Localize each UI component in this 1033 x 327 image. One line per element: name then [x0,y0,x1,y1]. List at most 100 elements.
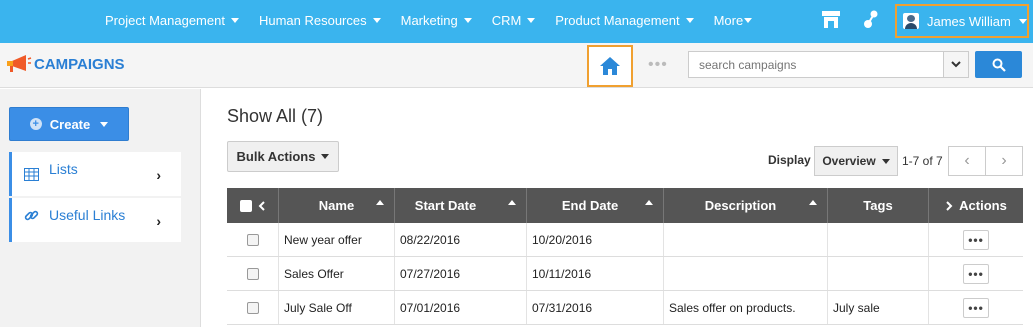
nav-marketing[interactable]: Marketing [401,13,472,28]
column-label: End Date [561,198,619,213]
column-label: Name [318,198,355,213]
user-menu[interactable]: James William [895,4,1029,38]
sidebar-item-label: Useful Links [49,207,126,223]
row-select-cell [227,291,279,324]
caret-down-icon [1018,18,1027,24]
table-row[interactable]: New year offer 08/22/2016 10/20/2016 ••• [227,223,1023,257]
pagination-range: 1-7 of 7 [902,154,943,168]
cell-actions: ••• [929,257,1023,290]
app-title-text: CAMPAIGNS [34,55,125,73]
display-label: Display [768,153,811,167]
select-all-checkbox[interactable] [239,199,252,212]
column-header-start-date[interactable]: Start Date [395,188,527,223]
cell-start-date: 07/01/2016 [395,291,527,324]
header-select-cell [227,188,279,223]
sidebar-item-useful-links[interactable]: Useful Links › [9,198,181,242]
search-input[interactable] [689,52,943,77]
row-actions-button[interactable]: ••• [963,297,989,318]
view-label: Overview [822,154,876,168]
column-label: Actions [959,198,1007,213]
view-select-button[interactable]: Overview [814,146,898,176]
more-dots-icon[interactable]: ••• [648,57,668,73]
caret-down-icon [321,154,330,159]
sidebar-item-lists[interactable]: Lists › [9,152,181,196]
cell-actions: ••• [929,291,1023,324]
nav-label: CRM [491,12,522,28]
row-checkbox[interactable] [246,267,259,280]
home-button[interactable] [587,45,633,87]
cell-tags: July sale [828,291,929,324]
column-header-name[interactable]: Name [279,188,395,223]
cell-name: Sales Offer [279,257,395,290]
caret-down-icon [463,17,472,23]
sidebar: + Create Lists › Useful Links › [0,89,201,327]
share-icon[interactable] [862,9,880,31]
nav-label: Human Resources [258,12,367,28]
link-icon [24,210,39,220]
row-checkbox[interactable] [246,233,259,246]
column-header-end-date[interactable]: End Date [527,188,664,223]
table-row[interactable]: July Sale Off 07/01/2016 07/31/2016 Sale… [227,291,1023,325]
nav-more[interactable]: More [714,13,753,28]
caret-down-icon [881,158,890,164]
nav-project-management[interactable]: Project Management [105,13,239,28]
chevron-right-icon[interactable] [945,200,953,211]
nav-human-resources[interactable]: Human Resources [259,13,381,28]
nav-crm[interactable]: CRM [492,13,536,28]
chevron-right-icon: › [1001,152,1007,169]
module-menu: Project Management Human Resources Marke… [105,0,772,40]
cell-end-date: 07/31/2016 [527,291,664,324]
sort-up-icon [376,200,384,205]
sort-up-icon [809,200,817,205]
caret-down-icon [230,17,239,23]
nav-label: More [713,12,744,28]
cell-actions: ••• [929,223,1023,256]
prev-page-button[interactable]: ‹ [949,147,986,175]
nav-product-management[interactable]: Product Management [555,12,694,28]
row-select-cell [227,257,279,290]
column-label: Tags [863,198,893,213]
sidebar-item-label: Lists [49,161,78,177]
app-title: CAMPAIGNS [4,53,125,75]
sort-up-icon [645,200,653,205]
cell-description [664,257,828,290]
column-label: Description [704,198,777,213]
chevron-left-icon: ‹ [964,152,970,169]
search-box [688,51,969,78]
row-checkbox[interactable] [246,301,259,314]
row-actions-button[interactable]: ••• [963,229,989,250]
cell-description: Sales offer on products. [664,291,828,324]
bulk-actions-button[interactable]: Bulk Actions [227,141,339,172]
caret-down-icon [744,17,753,23]
cell-start-date: 07/27/2016 [395,257,527,290]
column-label: Start Date [414,198,477,213]
search-button[interactable] [975,51,1022,78]
cell-tags [828,257,929,290]
column-header-tags[interactable]: Tags [828,188,929,223]
chevron-down-icon [951,61,961,68]
row-select-cell [227,223,279,256]
store-icon[interactable] [821,9,841,31]
create-button[interactable]: + Create [9,107,129,141]
chevron-right-icon: › [156,167,161,183]
nav-label: Product Management [555,12,680,28]
chevron-right-icon: › [156,213,161,229]
nav-label: Marketing [400,12,458,28]
avatar-icon [903,13,919,29]
cell-start-date: 08/22/2016 [395,223,527,256]
caret-down-icon [372,17,381,23]
search-filter-dropdown[interactable] [943,52,968,77]
megaphone-icon [7,55,32,72]
chevron-left-icon[interactable] [258,200,266,211]
cell-name: New year offer [279,223,395,256]
column-header-description[interactable]: Description [664,188,828,223]
row-actions-button[interactable]: ••• [963,263,989,284]
table-row[interactable]: Sales Offer 07/27/2016 10/11/2016 ••• [227,257,1023,291]
cell-end-date: 10/11/2016 [527,257,664,290]
create-label: Create [49,116,91,132]
cell-tags [828,223,929,256]
caret-down-icon [527,17,536,23]
plus-circle-icon: + [29,118,42,130]
next-page-button[interactable]: › [986,147,1022,175]
cell-description [664,223,828,256]
